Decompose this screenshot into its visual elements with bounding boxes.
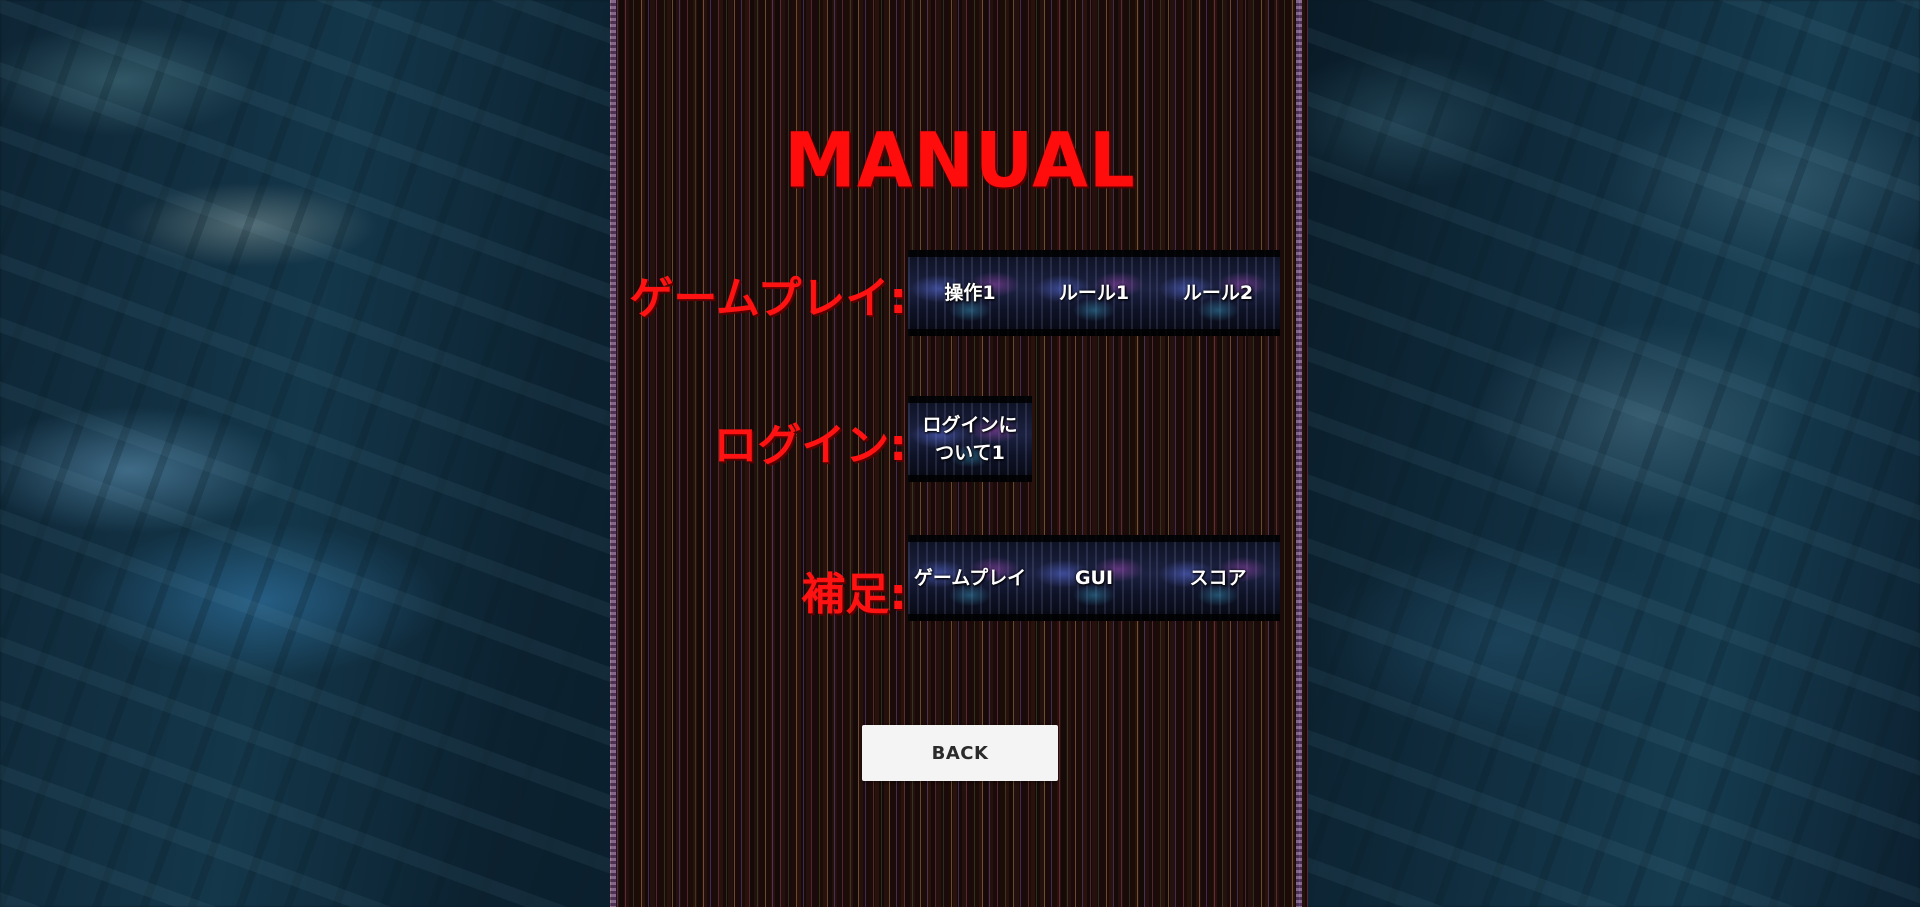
page-title: MANUAL — [784, 115, 1136, 205]
back-button[interactable]: BACK — [862, 725, 1058, 781]
button-label: ゲームプレイ — [913, 567, 1027, 589]
manual-button-rules-1[interactable]: ルール1 — [1032, 250, 1156, 336]
gameplay-buttons: 操作1 ルール1 ルール2 — [908, 250, 1280, 336]
manual-screen: MANUAL ゲームプレイ: 操作1 ルール1 ルール2 ログイン: ログインに… — [0, 0, 1920, 907]
button-label: スコア — [1189, 567, 1247, 589]
button-label: GUI — [1074, 567, 1114, 589]
button-label: 操作1 — [944, 282, 996, 304]
section-label-login: ログイン: — [713, 420, 907, 471]
button-label: ルール1 — [1058, 282, 1130, 304]
manual-button-controls-1[interactable]: 操作1 — [908, 250, 1032, 336]
manual-button-gui[interactable]: GUI — [1032, 535, 1156, 621]
button-label: ログインに ついて1 — [922, 414, 1018, 464]
supplement-buttons: ゲームプレイ GUI スコア — [908, 535, 1280, 621]
manual-button-about-login-1[interactable]: ログインに ついて1 — [908, 396, 1032, 482]
manual-button-score[interactable]: スコア — [1156, 535, 1280, 621]
manual-button-rules-2[interactable]: ルール2 — [1156, 250, 1280, 336]
section-label-supplement: 補足: — [801, 569, 907, 620]
section-label-gameplay: ゲームプレイ: — [629, 273, 907, 324]
manual-button-supplement-gameplay[interactable]: ゲームプレイ — [908, 535, 1032, 621]
button-label: ルール2 — [1182, 282, 1254, 304]
login-buttons: ログインに ついて1 — [908, 396, 1032, 482]
